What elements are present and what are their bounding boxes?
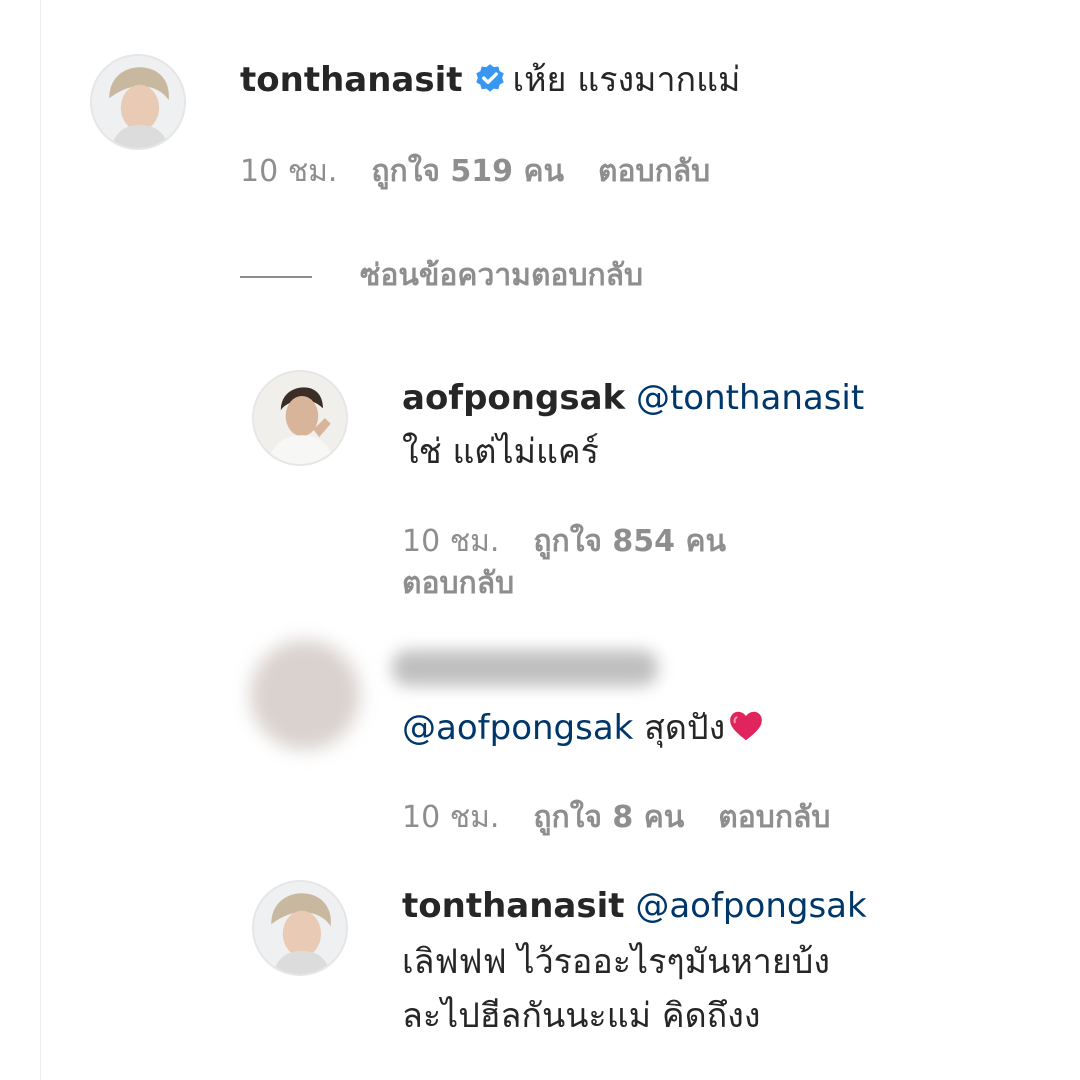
hide-replies-line xyxy=(240,275,312,278)
reply-username[interactable]: tonthanasit xyxy=(402,886,625,926)
reply-mention[interactable]: @aofpongsak xyxy=(402,708,633,748)
reply-text-line-2: ละไปฮีลกันนะแม่ คิดถึงง xyxy=(402,996,761,1036)
reply-reply-button[interactable]: ตอบกลับ xyxy=(402,564,514,604)
avatar-aofpongsak[interactable] xyxy=(252,370,348,466)
comment-username[interactable]: tonthanasit xyxy=(240,60,463,100)
hide-replies-label: ซ่อนข้อความตอบกลับ xyxy=(360,258,644,293)
blurred-username xyxy=(392,650,658,686)
red-heart-icon xyxy=(730,711,763,741)
comment-likes[interactable]: ถูกใจ 519 คน xyxy=(371,154,564,189)
comment-reply-button[interactable]: ตอบกลับ xyxy=(598,154,710,189)
reply-time: 10 ชม. xyxy=(402,800,500,835)
verified-badge-icon xyxy=(475,64,504,92)
reply-meta: 10 ชม. ถูกใจ 854 คน xyxy=(402,522,726,562)
comment-meta: 10 ชม. ถูกใจ 519 คน ตอบกลับ xyxy=(240,152,710,192)
comment-time: 10 ชม. xyxy=(240,154,338,189)
reply-likes[interactable]: ถูกใจ 8 คน xyxy=(533,800,684,835)
reply-text-line-1: เลิฟฟฟ ไว้รออะไรๆมันหายบ้ง xyxy=(402,942,830,982)
left-divider xyxy=(40,0,41,1080)
avatar-blurred-user[interactable] xyxy=(250,640,360,750)
comment-text: เห้ย แรงมากแม่ xyxy=(512,60,741,100)
reply-likes[interactable]: ถูกใจ 854 คน xyxy=(533,524,726,559)
comment-line: tonthanasit เห้ย แรงมากแม่ xyxy=(240,58,740,102)
avatar-image xyxy=(254,372,346,464)
reply-username[interactable]: aofpongsak xyxy=(402,378,625,418)
avatar-image xyxy=(254,882,346,974)
reply-mention[interactable]: @tonthanasit xyxy=(636,378,864,418)
reply-text: สุดปัง xyxy=(644,708,726,748)
reply-text: ใช่ แต่ไม่แคร์ xyxy=(402,432,599,472)
reply-line: @aofpongsak สุดปัง xyxy=(402,706,765,750)
reply-reply-button[interactable]: ตอบกลับ xyxy=(718,800,830,835)
avatar-tonthanasit[interactable] xyxy=(90,54,186,150)
reply-header: aofpongsak @tonthanasit xyxy=(402,376,864,420)
reply-header: tonthanasit @aofpongsak xyxy=(402,884,867,928)
reply-mention[interactable]: @aofpongsak xyxy=(635,886,866,926)
avatar-image xyxy=(92,56,184,148)
avatar-tonthanasit[interactable] xyxy=(252,880,348,976)
hide-replies-button[interactable]: ซ่อนข้อความตอบกลับ xyxy=(240,256,643,296)
reply-time: 10 ชม. xyxy=(402,524,500,559)
reply-meta: 10 ชม. ถูกใจ 8 คน ตอบกลับ xyxy=(402,798,830,838)
